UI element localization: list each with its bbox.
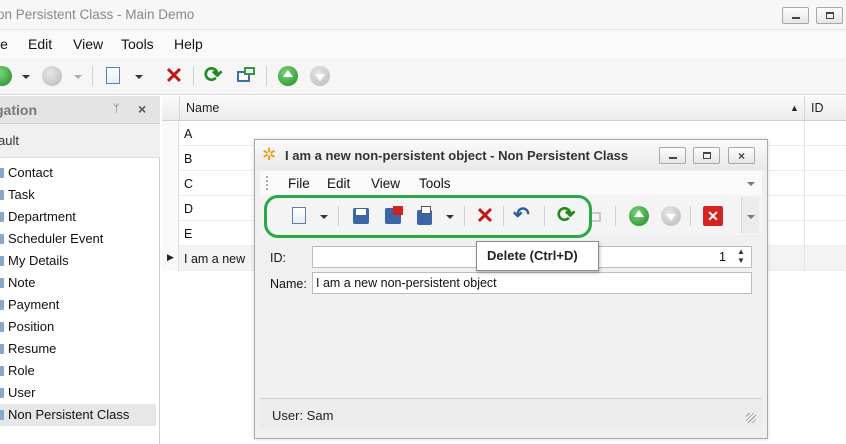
row-indicator-icon: ▶ <box>167 252 174 262</box>
row-indicator-header <box>162 96 180 121</box>
cell-name: B <box>184 152 193 166</box>
open-window-icon[interactable] <box>236 66 256 86</box>
maximize-icon <box>826 12 834 19</box>
move-up-icon[interactable] <box>629 206 649 226</box>
toolbar-separator <box>615 206 616 226</box>
column-header-label: Name <box>186 101 220 115</box>
nav-item-my-details[interactable]: My Details <box>0 250 156 272</box>
title-bar: on Persistent Class - Main Demo <box>0 0 846 30</box>
close-icon: × <box>738 149 746 163</box>
toolbar-separator <box>92 66 93 86</box>
toolbar-highlight <box>264 195 592 238</box>
move-up-icon[interactable] <box>278 66 298 86</box>
toolbar-separator <box>193 66 194 86</box>
name-label: Name: <box>270 277 307 291</box>
menu-view[interactable]: View <box>73 36 103 52</box>
minimize-icon <box>792 12 800 19</box>
menu-tools[interactable]: Tools <box>121 36 154 52</box>
detail-dialog: ✲ I am a new non-persistent object - Non… <box>254 139 768 439</box>
navigation-header: gation ᛘ × <box>0 96 160 124</box>
delete-tooltip: Delete (Ctrl+D) <box>476 241 599 271</box>
status-bar: User: Sam <box>260 398 762 429</box>
nav-item-resume[interactable]: Resume <box>0 338 156 360</box>
refresh-icon[interactable]: ⟳ <box>204 64 224 86</box>
pin-icon[interactable]: ᛘ <box>113 103 120 115</box>
id-value: 1 <box>719 250 726 264</box>
name-value: I am a new non-persistent object <box>316 276 497 290</box>
dialog-menu-view[interactable]: View <box>371 176 400 191</box>
nav-item-non-persistent-class[interactable]: Non Persistent Class <box>0 404 156 426</box>
nav-item-task[interactable]: Task <box>0 184 156 206</box>
spin-stepper-icon[interactable]: ▲ ▼ <box>737 247 745 265</box>
nav-item-user[interactable]: User <box>0 382 156 404</box>
cell-name: I am a new <box>184 252 246 266</box>
toolbar-overflow-button[interactable] <box>741 197 759 233</box>
status-user: User: Sam <box>272 408 334 423</box>
close-icon[interactable]: × <box>138 101 146 117</box>
menu-help[interactable]: Help <box>174 36 203 52</box>
id-label: ID: <box>270 251 286 265</box>
column-header-name[interactable]: Name ▲ <box>180 96 805 121</box>
menu-edit[interactable]: Edit <box>28 36 52 52</box>
dialog-close-button[interactable]: × <box>728 147 755 164</box>
chevron-down-icon[interactable] <box>135 75 143 79</box>
move-down-icon[interactable] <box>310 66 330 86</box>
dialog-menu-file[interactable]: File <box>288 176 310 191</box>
nav-item-scheduler-event[interactable]: Scheduler Event <box>0 228 156 250</box>
new-document-icon[interactable] <box>103 66 123 86</box>
chevron-down-icon[interactable] <box>747 182 755 186</box>
nav-item-note[interactable]: Note <box>0 272 156 294</box>
dialog-title: I am a new non-persistent object - Non P… <box>285 148 629 163</box>
grip-icon <box>266 176 268 190</box>
window-title: on Persistent Class - Main Demo <box>0 7 195 22</box>
dialog-minimize-button[interactable] <box>659 147 686 164</box>
toolbar-separator <box>690 206 691 226</box>
cell-name: C <box>184 177 194 191</box>
cell-name: E <box>184 227 193 241</box>
navigation-group[interactable]: ault <box>0 124 160 158</box>
main-toolbar: ✕ ⟳ <box>0 58 846 95</box>
new-record-icon[interactable] <box>0 66 12 86</box>
nav-item-role[interactable]: Role <box>0 360 156 382</box>
minimize-icon <box>669 152 677 159</box>
dialog-maximize-button[interactable] <box>693 147 720 164</box>
menu-file[interactable]: le <box>0 36 8 52</box>
object-icon: ✲ <box>262 145 277 164</box>
navigation-group-label: ault <box>0 133 19 148</box>
nav-item-contact[interactable]: Contact <box>0 162 156 184</box>
cell-name: A <box>184 127 193 141</box>
resize-grip-icon[interactable] <box>746 413 756 423</box>
maximize-button[interactable] <box>816 7 843 24</box>
sort-ascending-icon: ▲ <box>790 103 799 113</box>
dialog-menu-bar: File Edit View Tools <box>260 171 762 195</box>
move-down-icon[interactable] <box>661 206 681 226</box>
nav-item-department[interactable]: Department <box>0 206 156 228</box>
minimize-button[interactable] <box>782 7 809 24</box>
app-window: on Persistent Class - Main Demo le Edit … <box>0 0 846 444</box>
chevron-down-icon[interactable] <box>74 75 82 79</box>
dialog-title-bar: ✲ I am a new non-persistent object - Non… <box>255 140 767 170</box>
maximize-icon <box>703 152 711 159</box>
nav-item-payment[interactable]: Payment <box>0 294 156 316</box>
menu-bar: le Edit View Tools Help <box>0 30 846 58</box>
forward-icon[interactable] <box>42 66 62 86</box>
dialog-menu-tools[interactable]: Tools <box>419 176 451 191</box>
nav-item-position[interactable]: Position <box>0 316 156 338</box>
toolbar-separator <box>266 66 267 86</box>
dialog-menu-edit[interactable]: Edit <box>327 176 350 191</box>
column-header-id[interactable]: ID <box>805 96 846 121</box>
chevron-down-icon <box>747 215 755 219</box>
delete-icon[interactable]: ✕ <box>164 65 184 87</box>
chevron-down-icon[interactable] <box>22 75 30 79</box>
navigation-list: Contact Task Department Scheduler Event … <box>0 162 156 426</box>
close-icon[interactable]: ✕ <box>703 206 723 226</box>
cell-name: D <box>184 202 194 216</box>
name-field[interactable]: I am a new non-persistent object <box>312 272 752 294</box>
navigation-title: gation <box>0 102 37 118</box>
